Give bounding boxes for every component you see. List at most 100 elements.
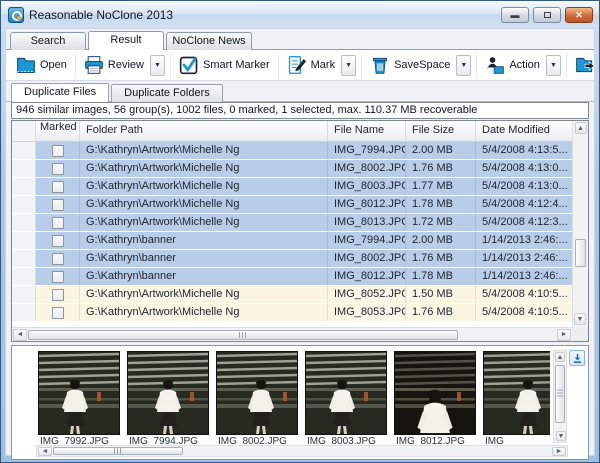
- minimize-button[interactable]: ▬: [501, 7, 529, 23]
- scroll-right-arrow-icon[interactable]: ►: [552, 447, 566, 456]
- scrollbar-corner: [572, 327, 588, 341]
- row-selector-cell[interactable]: [12, 232, 36, 249]
- column-header-folder-path[interactable]: Folder Path: [80, 121, 328, 141]
- thumbnail[interactable]: IMG_8003.JPG: [305, 351, 387, 444]
- row-selector-cell[interactable]: [12, 214, 36, 231]
- date-modified-cell: 1/14/2013 2:46:...: [476, 268, 572, 285]
- toolbar-button-open[interactable]: Open: [13, 53, 70, 77]
- toolbar-button-export[interactable]: Export: [572, 53, 600, 77]
- check-marker-icon: [179, 55, 199, 75]
- folder-path-cell: G:\Kathryn\Artwork\Michelle Ng: [80, 196, 328, 213]
- toolbar-button-smart-marker[interactable]: Smart Marker: [176, 53, 273, 77]
- thumbnail[interactable]: IMG_8002.JPG: [216, 351, 298, 444]
- table-row[interactable]: G:\Kathryn\bannerIMG_8002.JPG1.76 MB1/14…: [12, 250, 572, 268]
- row-selector-cell[interactable]: [12, 250, 36, 267]
- row-selector-cell[interactable]: [12, 268, 36, 285]
- date-modified-cell: 5/4/2008 4:12:4...: [476, 196, 572, 213]
- thumbnail-vertical-scrollbar[interactable]: ▲ ▼: [553, 350, 567, 443]
- toolbar-dropdown-mark[interactable]: ▼: [341, 55, 356, 76]
- row-selector-cell[interactable]: [12, 178, 36, 195]
- marked-cell: [36, 196, 80, 213]
- thumbnail-image[interactable]: [127, 351, 209, 435]
- toolbar-dropdown-savespace[interactable]: ▼: [456, 55, 471, 76]
- scroll-down-arrow-icon[interactable]: ▼: [556, 431, 566, 441]
- thumbnail-label: IMG_7992.JPG: [38, 436, 120, 444]
- toolbar-dropdown-action[interactable]: ▼: [546, 55, 561, 76]
- row-selector-cell[interactable]: [12, 160, 36, 177]
- scroll-up-arrow-icon[interactable]: ▲: [555, 352, 565, 362]
- scroll-left-arrow-icon[interactable]: ◄: [13, 329, 27, 341]
- row-selector-cell[interactable]: [12, 196, 36, 213]
- toolbar-button-review[interactable]: Review: [81, 53, 147, 77]
- thumbnail[interactable]: IMG: [483, 351, 550, 444]
- vertical-scroll-thumb[interactable]: [575, 239, 586, 267]
- thumbnail-image[interactable]: [394, 351, 476, 435]
- marked-checkbox[interactable]: [52, 235, 64, 247]
- column-header-rowselector[interactable]: [12, 121, 36, 141]
- file-size-cell: 1.76 MB: [406, 304, 476, 321]
- marked-checkbox[interactable]: [52, 289, 64, 301]
- row-selector-cell[interactable]: [12, 286, 36, 303]
- thumbnail-image[interactable]: [38, 351, 120, 435]
- scroll-right-arrow-icon[interactable]: ►: [557, 329, 571, 341]
- thumbnail[interactable]: IMG_7994.JPG: [127, 351, 209, 444]
- table-row[interactable]: G:\Kathryn\Artwork\Michelle NgIMG_8013.J…: [12, 214, 572, 232]
- tab-search[interactable]: Search: [10, 32, 86, 50]
- toolbar-button-savespace[interactable]: SaveSpace: [367, 53, 453, 77]
- table-row[interactable]: G:\Kathryn\Artwork\Michelle NgIMG_8012.J…: [12, 196, 572, 214]
- tab-noclone-news[interactable]: NoClone News: [166, 32, 252, 50]
- close-button[interactable]: ✕: [565, 7, 593, 23]
- table-row[interactable]: G:\Kathryn\bannerIMG_8012.JPG1.78 MB1/14…: [12, 268, 572, 286]
- thumbnail-image[interactable]: [483, 351, 550, 435]
- column-header-file-size[interactable]: File Size: [406, 121, 476, 141]
- subtab-duplicate-files[interactable]: Duplicate Files: [11, 83, 109, 102]
- toolbar-dropdown-review[interactable]: ▼: [150, 55, 165, 76]
- row-selector-cell[interactable]: [12, 304, 36, 321]
- table-vertical-scrollbar[interactable]: ▲ ▼: [572, 121, 588, 327]
- file-name-cell: IMG_8013.JPG: [328, 214, 406, 231]
- table-row[interactable]: G:\Kathryn\Artwork\Michelle NgIMG_8052.J…: [12, 286, 572, 304]
- marked-checkbox[interactable]: [52, 181, 64, 193]
- title-bar[interactable]: Reasonable NoClone 2013 ▬ ✕: [1, 1, 599, 27]
- marked-checkbox[interactable]: [52, 307, 64, 319]
- column-header-marked[interactable]: Marked: [36, 121, 80, 141]
- marked-checkbox[interactable]: [52, 145, 64, 157]
- toolbar-button-mark[interactable]: Mark: [284, 53, 338, 77]
- thumbnail-strip: IMG_7992.JPGIMG_7994.JPGIMG_8002.JPGIMG_…: [12, 351, 550, 444]
- toolbar-button-label: SaveSpace: [394, 59, 450, 71]
- subtab-duplicate-folders[interactable]: Duplicate Folders: [111, 84, 223, 102]
- person-folder-icon: [485, 55, 505, 75]
- table-row[interactable]: G:\Kathryn\Artwork\Michelle NgIMG_8002.J…: [12, 160, 572, 178]
- table-horizontal-scrollbar[interactable]: ◄ ►: [12, 327, 572, 341]
- marked-checkbox[interactable]: [52, 217, 64, 229]
- table-row[interactable]: G:\Kathryn\Artwork\Michelle NgIMG_7994.J…: [12, 142, 572, 160]
- thumbnail[interactable]: IMG_8012.JPG: [394, 351, 476, 444]
- scroll-down-arrow-icon[interactable]: ▼: [574, 313, 586, 325]
- thumbnail-image[interactable]: [305, 351, 387, 435]
- toolbar-button-action[interactable]: Action: [482, 53, 543, 77]
- file-name-cell: IMG_8003.JPG: [328, 178, 406, 195]
- marked-checkbox[interactable]: [52, 199, 64, 211]
- marked-checkbox[interactable]: [52, 163, 64, 175]
- horizontal-scroll-thumb[interactable]: [28, 330, 458, 340]
- maximize-button[interactable]: [533, 7, 561, 23]
- scroll-left-arrow-icon[interactable]: ◄: [38, 447, 52, 456]
- thumbnail-horizontal-scrollbar[interactable]: ◄ ►: [36, 445, 568, 457]
- scroll-up-arrow-icon[interactable]: ▲: [575, 122, 587, 134]
- tab-result[interactable]: Result: [88, 31, 164, 50]
- save-image-button[interactable]: [569, 350, 585, 366]
- thumbnail[interactable]: IMG_7992.JPG: [38, 351, 120, 444]
- horizontal-scroll-thumb[interactable]: [53, 447, 183, 455]
- file-name-cell: IMG_8002.JPG: [328, 250, 406, 267]
- column-header-date-modified[interactable]: Date Modified: [476, 121, 572, 141]
- marked-checkbox[interactable]: [52, 271, 64, 283]
- table-row[interactable]: G:\Kathryn\Artwork\Michelle NgIMG_8053.J…: [12, 304, 572, 322]
- marked-checkbox[interactable]: [52, 253, 64, 265]
- row-selector-cell[interactable]: [12, 142, 36, 159]
- table-row[interactable]: G:\Kathryn\Artwork\Michelle NgIMG_8003.J…: [12, 178, 572, 196]
- column-header-file-name[interactable]: File Name: [328, 121, 406, 141]
- thumbnail-image[interactable]: [216, 351, 298, 435]
- window-title: Reasonable NoClone 2013: [29, 8, 173, 22]
- table-row[interactable]: G:\Kathryn\bannerIMG_7994.JPG2.00 MB1/14…: [12, 232, 572, 250]
- vertical-scroll-thumb[interactable]: [555, 365, 565, 423]
